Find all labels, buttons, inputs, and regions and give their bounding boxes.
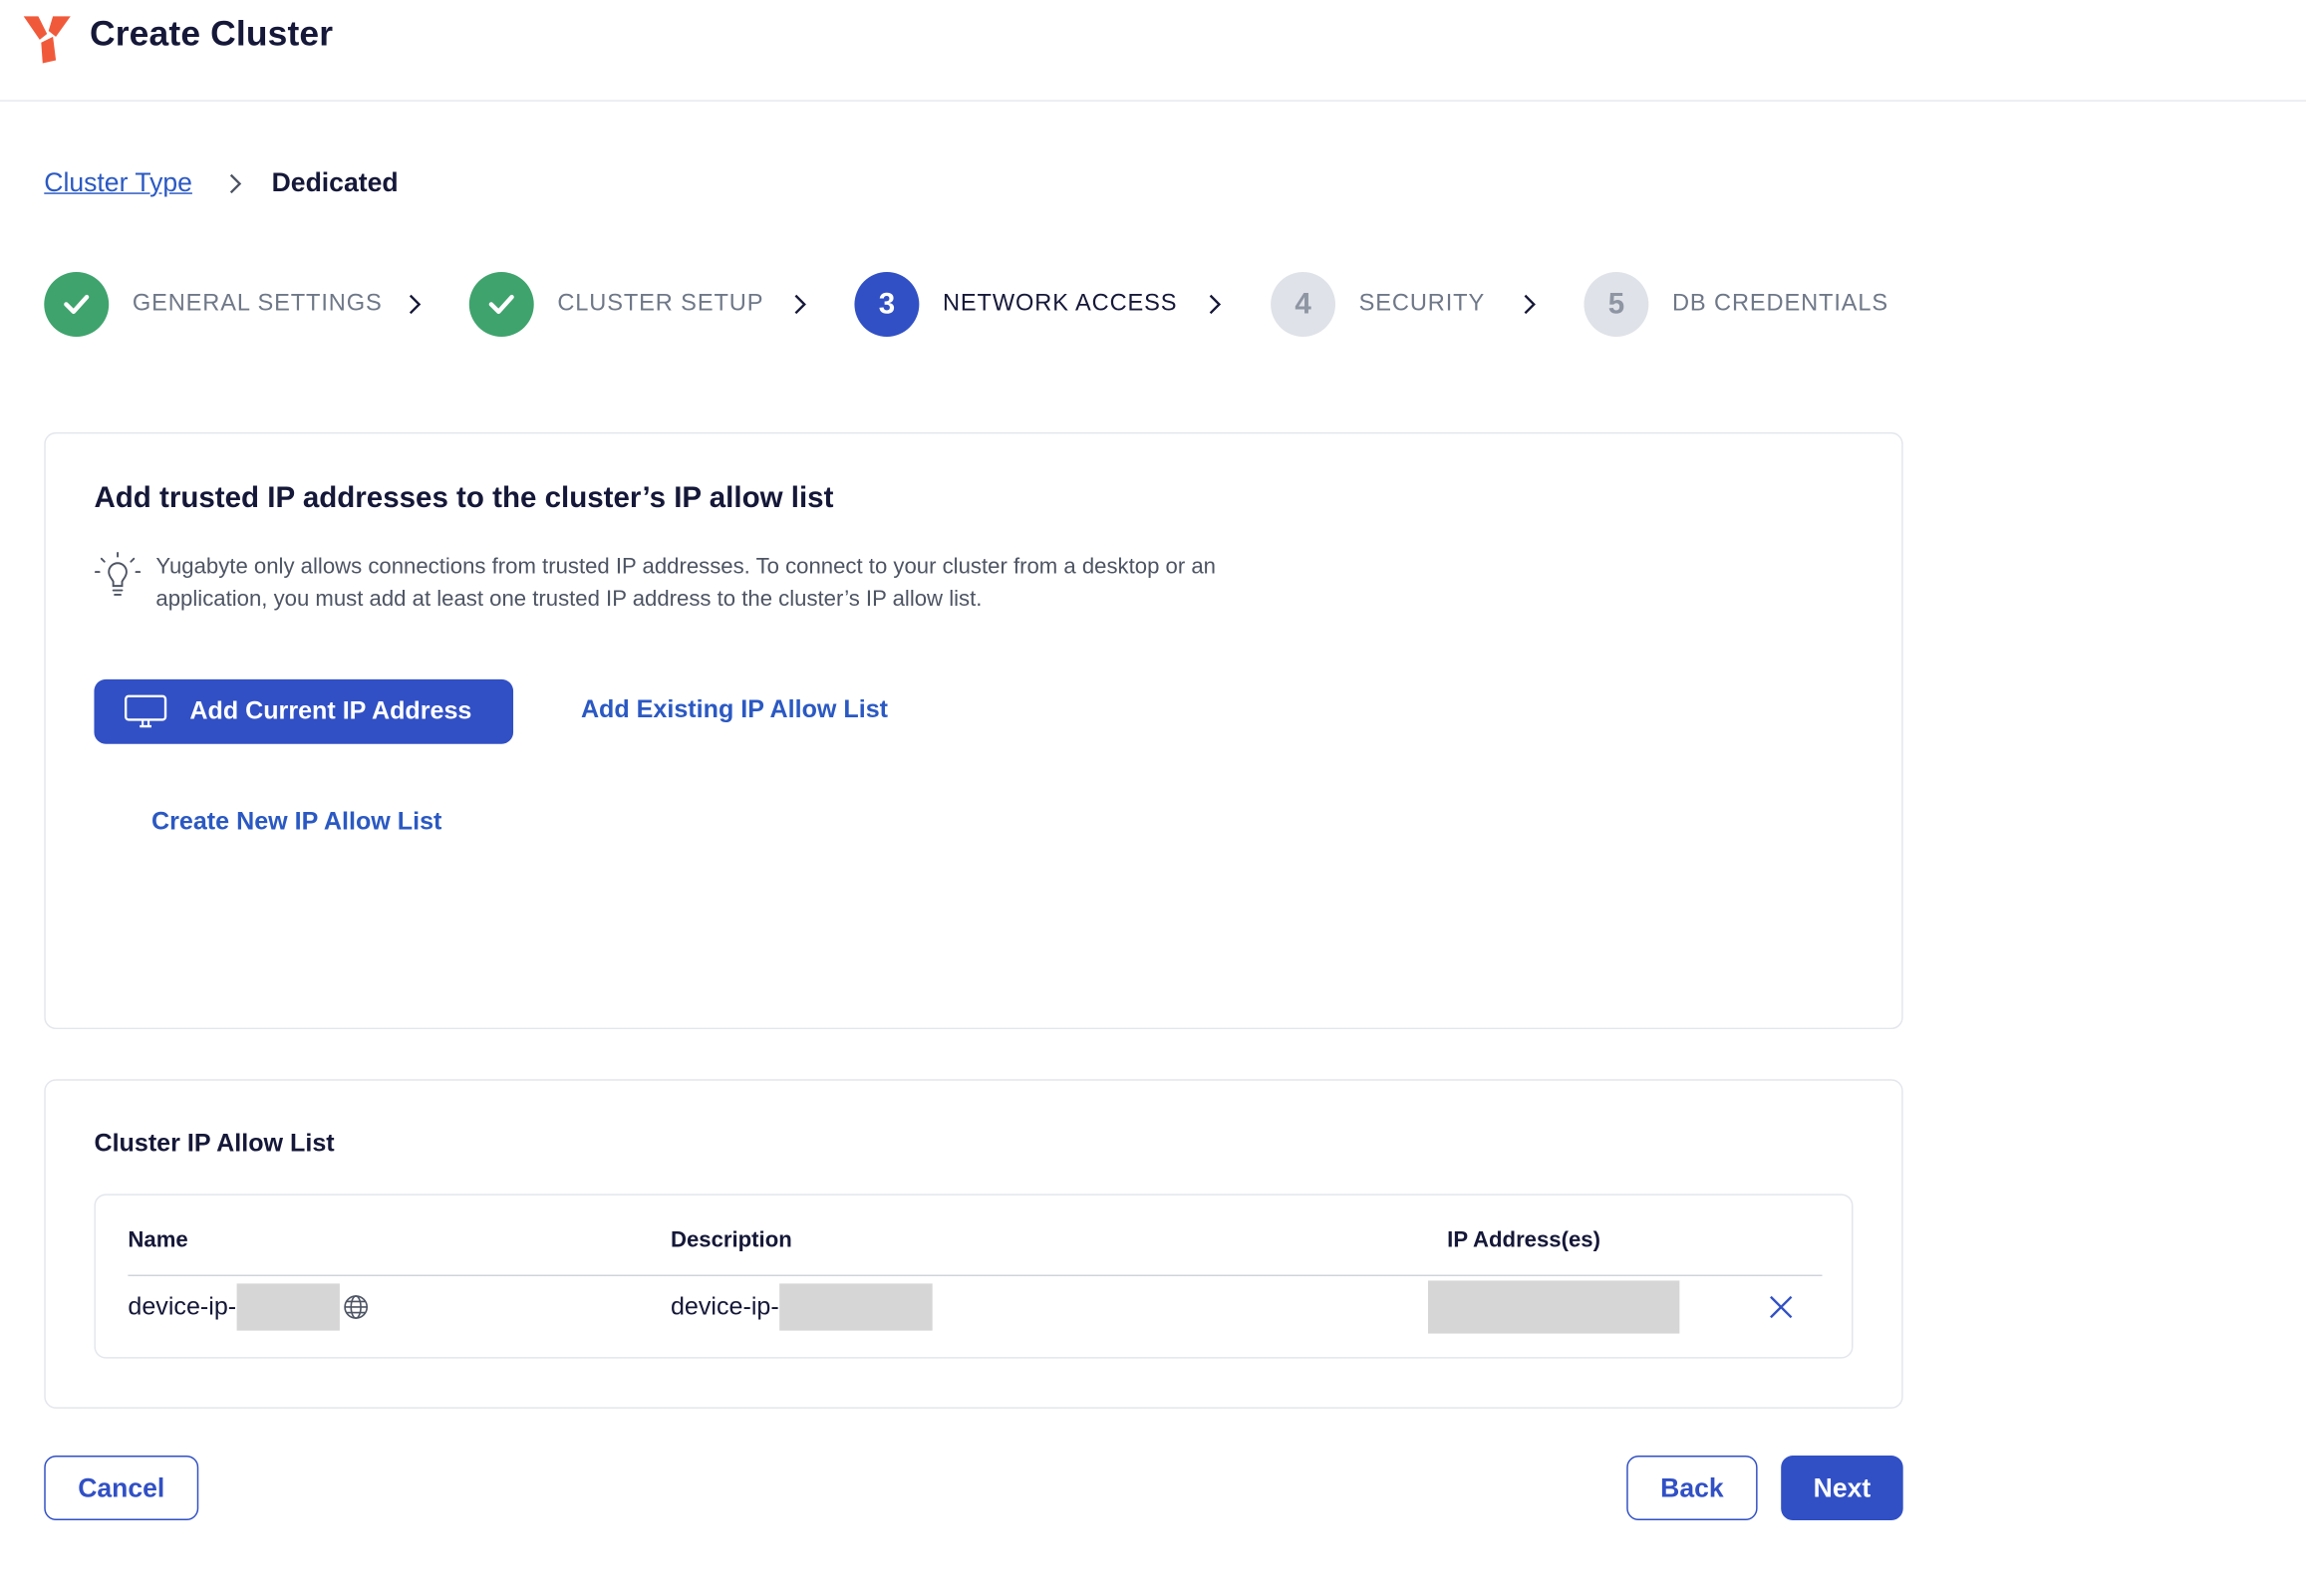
step-label: Cluster Setup [557,291,764,317]
row-name-cell: device-ip- [128,1280,369,1333]
redacted-block [236,1283,340,1331]
step-complete-indicator [468,272,534,337]
row-description-cell: device-ip- [670,1280,933,1333]
column-header-ip: IP Address(es) [1447,1227,1600,1253]
cancel-button[interactable]: Cancel [44,1456,199,1520]
column-header-name: Name [128,1227,188,1253]
breadcrumb-current: Dedicated [271,167,399,197]
redacted-block [778,1283,933,1331]
step-number: 4 [1271,272,1336,337]
allow-list-title: Cluster IP Allow List [94,1129,335,1158]
redacted-ip-address [1428,1280,1680,1334]
page-title: Create Cluster [90,14,334,55]
table-row: device-ip- device-ip- [96,1280,1855,1334]
step-cluster-setup[interactable]: Cluster Setup [468,272,764,337]
create-new-ip-allow-list-link[interactable]: Create New IP Allow List [151,807,441,837]
top-bar: Create Cluster [0,0,2306,102]
back-button[interactable]: Back [1626,1456,1758,1520]
check-icon [488,294,514,315]
step-network-access: 3 Network Access [854,272,1177,337]
add-existing-ip-allow-list-link[interactable]: Add Existing IP Allow List [581,695,888,725]
chevron-right-icon [1209,294,1222,315]
trusted-ip-title: Add trusted IP addresses to the cluster’… [94,482,834,515]
table-header-divider [128,1274,1823,1276]
trusted-ip-card: Add trusted IP addresses to the cluster’… [44,431,1903,1030]
step-db-credentials: 5 DB Credentials [1584,272,1888,337]
hint-text: Yugabyte only allows connections from tr… [155,554,1217,612]
column-header-description: Description [670,1227,792,1253]
step-label: General Settings [132,291,383,317]
row-description: device-ip- [670,1292,779,1321]
next-button[interactable]: Next [1781,1456,1903,1520]
close-icon[interactable] [1768,1294,1795,1321]
chevron-right-icon [794,294,806,315]
allow-list-table: Name Description IP Address(es) device-i… [94,1194,1855,1359]
step-complete-indicator [44,272,110,337]
breadcrumb: Cluster Type Dedicated [44,167,398,198]
check-icon [64,294,90,315]
step-label: Security [1358,291,1486,317]
hint-callout: Yugabyte only allows connections from tr… [94,551,1274,616]
step-security: 4 Security [1271,272,1485,337]
yugabyte-logo-icon [23,16,71,64]
step-label: DB Credentials [1671,291,1889,317]
lightbulb-icon [94,551,142,596]
add-current-ip-button[interactable]: Add Current IP Address [94,678,514,744]
create-cluster-page: Create Cluster Cluster Type Dedicated Ge… [0,0,2306,1594]
chevron-right-icon [1524,294,1536,315]
add-current-ip-label: Add Current IP Address [189,696,472,725]
step-general-settings[interactable]: General Settings [44,272,382,337]
chevron-right-icon [229,173,241,193]
cluster-ip-allow-list-card: Cluster IP Allow List Name Description I… [44,1079,1903,1409]
step-label: Network Access [942,291,1178,317]
chevron-right-icon [409,294,422,315]
step-number: 3 [854,272,920,337]
globe-icon [343,1295,368,1319]
row-name: device-ip- [128,1292,237,1321]
step-number: 5 [1584,272,1649,337]
breadcrumb-cluster-type-link[interactable]: Cluster Type [44,167,192,198]
monitor-icon [125,694,167,728]
